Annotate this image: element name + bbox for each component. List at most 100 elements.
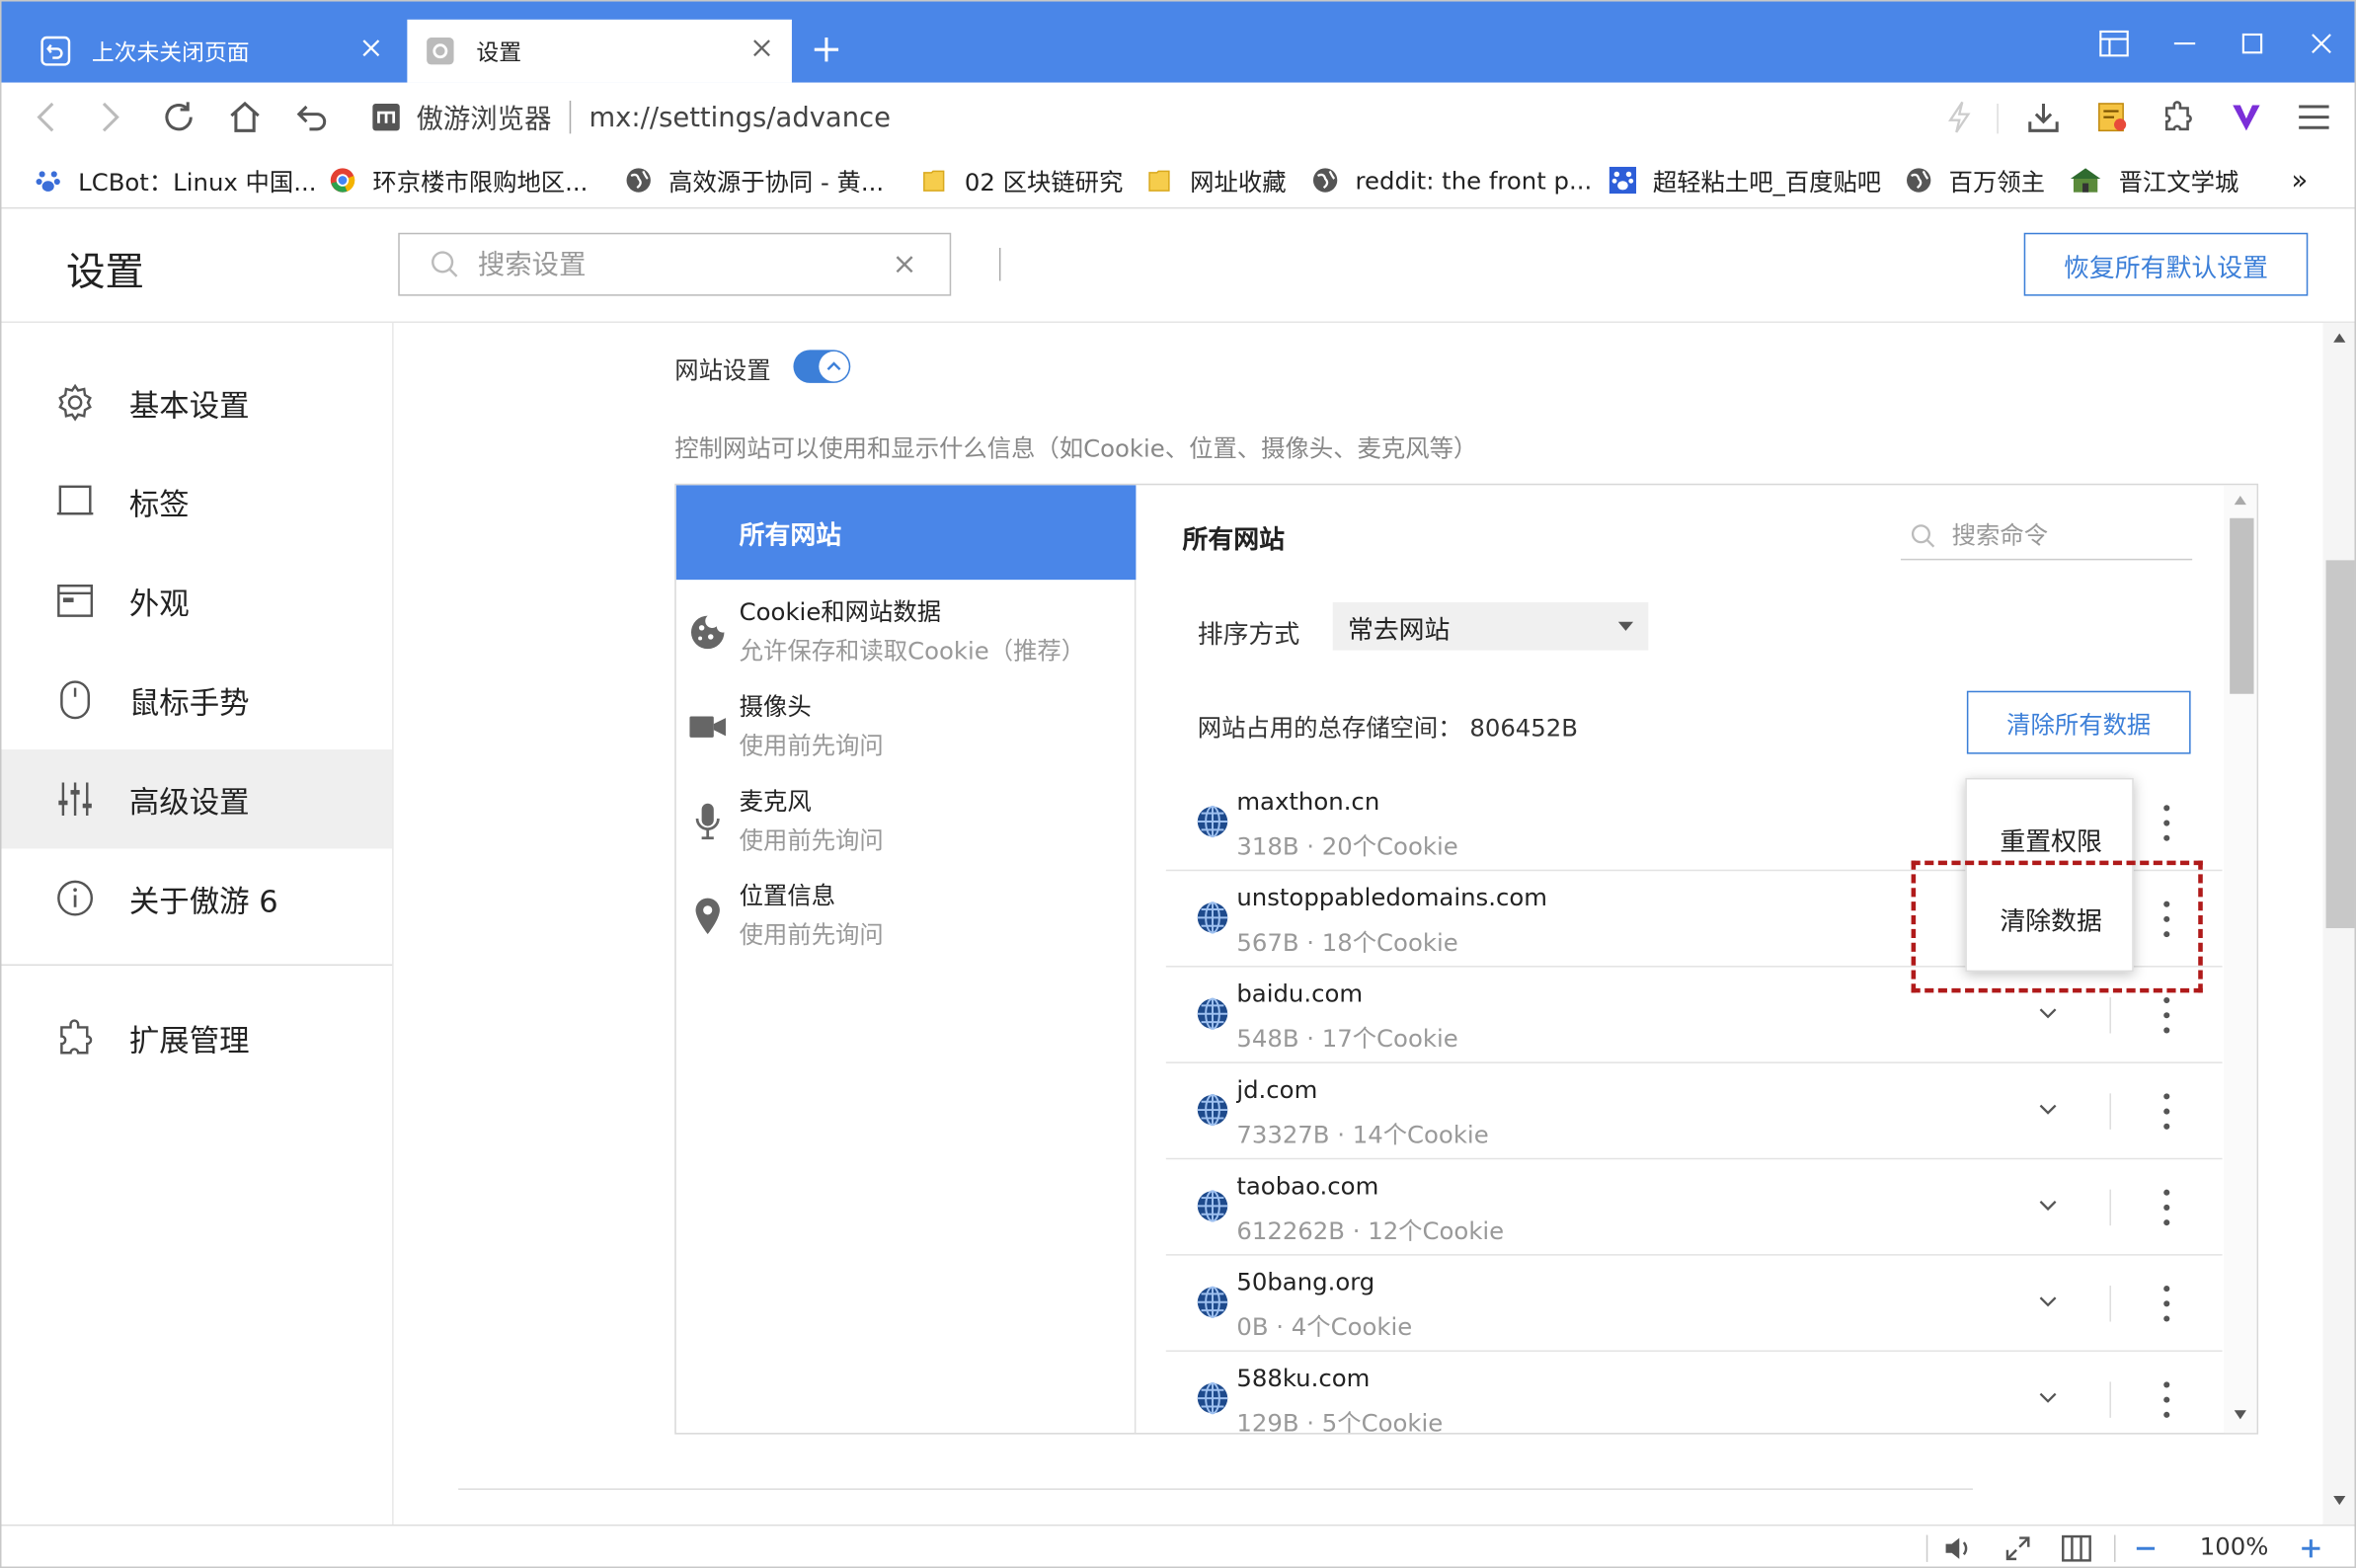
more-vertical-icon[interactable] [2160,1090,2172,1133]
sidebar-item-tabs[interactable]: 标签 [2,452,393,551]
status-bar: 100% [1,1524,2355,1567]
chevron-down-icon[interactable] [2037,1006,2058,1021]
sites-scrollbar[interactable] [2224,485,2257,1434]
sites-search-input[interactable] [1951,520,2177,550]
settings-search-input[interactable] [477,248,854,280]
sort-select[interactable]: 常去网站 [1332,601,1649,651]
chevron-down-icon[interactable] [2037,1391,2058,1406]
site-settings-toggle[interactable] [793,350,851,383]
clear-search-icon[interactable] [896,256,913,274]
bookmark-item[interactable]: 高效源于协同 - 黄... [625,161,884,200]
close-icon[interactable] [746,33,776,62]
sidebar-toggle-icon[interactable] [2096,26,2133,62]
status-divider [2114,1534,2116,1562]
lightning-icon[interactable] [1939,98,1979,137]
scrollbar-thumb[interactable] [2230,517,2254,694]
scroll-down-icon[interactable] [2233,1409,2247,1421]
sidebar-item-about[interactable]: 关于傲游 6 [2,848,393,947]
globe-icon [1197,902,1228,934]
page-scrollbar[interactable] [2322,323,2355,1525]
sidebar-item-label: 扩展管理 [128,1022,250,1058]
url-field[interactable]: 傲游浏览器 mx://settings/advance [371,96,891,138]
bookmark-item[interactable]: 网址收藏 [1146,161,1287,200]
site-name: 傲游浏览器 [416,103,552,135]
more-vertical-icon[interactable] [2160,1187,2172,1229]
maximize-icon[interactable] [2235,26,2271,62]
bookmark-item[interactable]: 晋江文学城 [2069,161,2238,200]
site-row[interactable]: 50bang.org 0B · 4个Cookie [1165,1256,2223,1352]
more-vertical-icon[interactable] [2160,802,2172,844]
chevron-down-icon[interactable] [2037,1199,2058,1214]
zoom-out-icon[interactable] [2129,1531,2161,1564]
permission-status: 使用前先询问 [739,920,884,950]
new-tab-button[interactable] [809,32,845,68]
tab-last-closed[interactable]: 上次未关闭页面 [23,20,401,83]
reload-icon[interactable] [159,98,198,137]
scrollbar-thumb[interactable] [2325,560,2355,929]
back-icon[interactable] [26,98,65,137]
download-icon[interactable] [2024,98,2064,137]
site-settings-description: 控制网站可以使用和显示什么信息（如Cookie、位置、摄像头、麦克风等） [674,433,1478,463]
bookmarks-more-button[interactable]: » [2292,161,2309,200]
chevron-down-icon[interactable] [2037,1102,2058,1117]
sidebar-item-label: 基本设置 [128,386,250,424]
permission-location[interactable]: 位置信息 使用前先询问 [676,870,1135,963]
sidebar-item-extensions[interactable]: 扩展管理 [2,988,393,1087]
bookmark-item[interactable]: 超轻粘土吧_百度贴吧 [1609,161,1881,200]
site-name: jd.com [1236,1075,1318,1104]
bookmark-item[interactable]: 02 区块链研究 [921,161,1123,200]
sliders-icon [54,778,97,821]
restore-defaults-button[interactable]: 恢复所有默认设置 [2023,232,2309,296]
mouse-icon [54,679,97,722]
bookmark-label: 百万领主 [1948,168,2046,197]
vpn-icon[interactable] [2227,98,2266,137]
site-row[interactable]: 588ku.com 129B · 5个Cookie [1166,1352,2223,1433]
permission-microphone[interactable]: 麦克风 使用前先询问 [676,775,1135,868]
site-row[interactable]: jd.com 73327B · 14个Cookie [1165,1063,2223,1160]
window-close-icon[interactable] [2304,26,2340,62]
undo-icon[interactable] [293,98,333,137]
close-icon[interactable] [356,33,386,62]
extensions-icon[interactable] [2160,98,2199,137]
sidebar-item-basic[interactable]: 基本设置 [2,353,393,451]
permission-cookie[interactable]: Cookie和网站数据 允许保存和读取Cookie（推荐） [676,586,1135,678]
bookmarks-bar: LCBot：Linux 中国... 环京楼市限购地区... 高效源于协同 - 黄… [1,151,2355,209]
scroll-up-icon[interactable] [2233,494,2247,506]
scroll-up-icon[interactable] [2332,332,2347,344]
settings-search-box[interactable] [398,232,952,296]
globe-icon [1197,1286,1228,1318]
clear-all-data-button[interactable]: 清除所有数据 [1966,690,2191,754]
forward-icon[interactable] [92,98,131,137]
tab-settings[interactable]: 设置 [407,19,792,83]
more-vertical-icon[interactable] [2160,1378,2172,1421]
bookmark-item[interactable]: 环京楼市限购地区... [329,161,588,200]
split-view-icon[interactable] [2060,1531,2092,1564]
sidebar-item-label: 高级设置 [128,783,250,820]
bookmark-item[interactable]: 百万领主 [1905,161,2045,200]
zoom-in-icon[interactable] [2295,1531,2327,1564]
sidebar-item-advanced[interactable]: 高级设置 [1,749,393,849]
paw-icon [1609,166,1637,195]
bookmark-item[interactable]: LCBot：Linux 中国... [35,161,316,200]
chevron-down-icon[interactable] [2037,1294,2058,1309]
all-sites-tab[interactable]: 所有网站 [675,485,1137,581]
bookmark-label: 环京楼市限购地区... [372,168,589,197]
sites-search-box[interactable] [1900,512,2193,561]
more-vertical-icon[interactable] [2160,994,2172,1037]
fullscreen-icon[interactable] [2002,1531,2034,1564]
notes-icon[interactable] [2093,98,2133,137]
menu-icon[interactable] [2295,98,2334,137]
sidebar-item-gestures[interactable]: 鼠标手势 [2,651,393,749]
site-meta: 612262B · 12个Cookie [1236,1216,1505,1245]
permission-status: 使用前先询问 [739,825,884,855]
scroll-down-icon[interactable] [2332,1494,2347,1506]
home-icon[interactable] [225,98,265,137]
sound-icon[interactable] [1941,1531,1974,1564]
site-row[interactable]: taobao.com 612262B · 12个Cookie [1165,1159,2223,1256]
more-vertical-icon[interactable] [2160,1283,2172,1325]
sidebar-item-appearance[interactable]: 外观 [2,551,393,650]
bookmark-item[interactable]: reddit: the front p... [1311,161,1592,200]
site-badge-icon [371,102,401,131]
minimize-icon[interactable] [2166,26,2203,62]
permission-camera[interactable]: 摄像头 使用前先询问 [676,680,1135,773]
